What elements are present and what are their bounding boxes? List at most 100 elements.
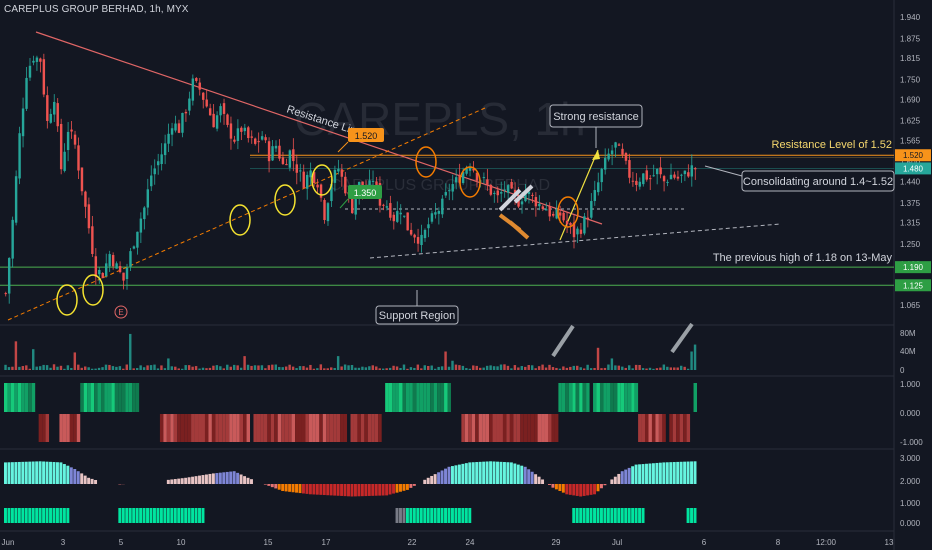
candle-body [316, 184, 319, 188]
candle-body [482, 177, 486, 179]
candle-body [56, 103, 59, 127]
candle-body [25, 77, 28, 109]
oscillator-bar-positive [107, 383, 112, 412]
volume-bar [139, 365, 142, 370]
oscillator-bar-negative [357, 414, 361, 442]
candle-body [392, 214, 396, 222]
volume-bar [18, 366, 21, 370]
volume-bar [174, 366, 177, 370]
volume-bar [648, 367, 652, 370]
strength-bar [478, 461, 482, 484]
volume-bar [108, 364, 111, 370]
oscillator-bar-negative [686, 414, 691, 442]
volume-bar [222, 368, 226, 370]
oscillator-bar-negative [509, 414, 514, 442]
oscillator-bar-positive [388, 383, 393, 412]
candle-body [655, 168, 659, 175]
trading-chart[interactable]: CAREPLS, 1hCAREPLUS GROUP BERHAD1.9401.8… [0, 0, 932, 550]
volume-bar [83, 366, 87, 370]
volume-bar [454, 364, 458, 370]
volume-bar [666, 366, 669, 370]
candle-body [683, 170, 687, 175]
strength-tick-label: 2.000 [900, 477, 921, 486]
volume-bar [284, 366, 288, 370]
volume-bar [430, 365, 433, 370]
volume-bar [229, 366, 232, 370]
candle-body [631, 180, 635, 182]
candle-body [70, 129, 73, 132]
candle-body [690, 165, 694, 177]
strength-band-bar [423, 508, 427, 523]
candle-body [205, 99, 208, 107]
strength-bar [558, 484, 562, 491]
volume-bar [302, 366, 305, 370]
strength-band-bar [121, 508, 125, 523]
candle-body [170, 128, 174, 135]
oscillator-bar-positive [624, 383, 628, 412]
candle-body [167, 133, 170, 144]
candle-body [35, 57, 39, 62]
volume-bar [510, 368, 513, 370]
volume-bar [371, 365, 375, 370]
volume-bar [333, 367, 336, 370]
volume-bar [562, 366, 565, 370]
strength-band-bar [641, 508, 645, 523]
strength-bar [554, 484, 558, 490]
candle-body [163, 143, 167, 156]
candle-body [219, 106, 222, 116]
strength-bar [211, 473, 215, 484]
oscillator-bar-positive [440, 383, 445, 412]
candle-body [586, 217, 590, 220]
volume-tick-label: 40M [900, 347, 916, 356]
candle-body [42, 59, 46, 95]
strength-bar [665, 462, 669, 484]
strength-band-bar [444, 508, 448, 523]
volume-bar [558, 368, 562, 370]
strength-band-bar [166, 508, 170, 523]
candle-body [673, 174, 676, 178]
candle-body [423, 229, 427, 239]
oscillator-bar-negative [502, 414, 507, 442]
volume-bar [676, 367, 679, 370]
candle-body [39, 58, 42, 62]
strength-band-bar [59, 508, 63, 523]
volume-bar [205, 368, 208, 370]
candle-body [21, 108, 25, 137]
candle-body [188, 98, 191, 111]
strength-bar [371, 484, 375, 496]
candle-body [295, 164, 299, 173]
volume-bar [347, 365, 350, 370]
candle-body [652, 175, 655, 177]
oscillator-bar-negative [319, 414, 323, 442]
volume-bar [163, 368, 167, 370]
volume-bar [634, 364, 638, 370]
strength-band-bar [575, 508, 579, 523]
strength-bar [90, 478, 94, 484]
strength-bar [440, 470, 444, 484]
candle-body [576, 228, 579, 235]
price-tick-label: 1.815 [900, 54, 921, 63]
candle-body [53, 101, 56, 115]
oscillator-bar-negative [655, 414, 659, 442]
candle-body [645, 170, 648, 180]
volume-bar [669, 367, 673, 370]
strength-band-bar [416, 508, 420, 523]
candle-body [375, 181, 378, 185]
candle-body [139, 218, 143, 233]
oscillator-bar-positive [409, 383, 413, 412]
strength-bar [308, 484, 312, 495]
candle-body [565, 220, 569, 225]
volume-bar [111, 366, 115, 370]
oscillator-bar-negative [537, 414, 542, 442]
candle-body [420, 234, 423, 246]
strength-bar [489, 461, 493, 484]
oscillator-bar-negative [333, 414, 337, 442]
strength-band-bar [582, 508, 586, 523]
strength-bar [631, 466, 635, 484]
volume-bar [11, 366, 14, 370]
strength-bar [593, 484, 596, 495]
volume-bar [520, 366, 524, 370]
oscillator-bar-negative [270, 414, 275, 442]
strength-band-bar [28, 508, 32, 523]
strength-band-bar [4, 508, 7, 523]
